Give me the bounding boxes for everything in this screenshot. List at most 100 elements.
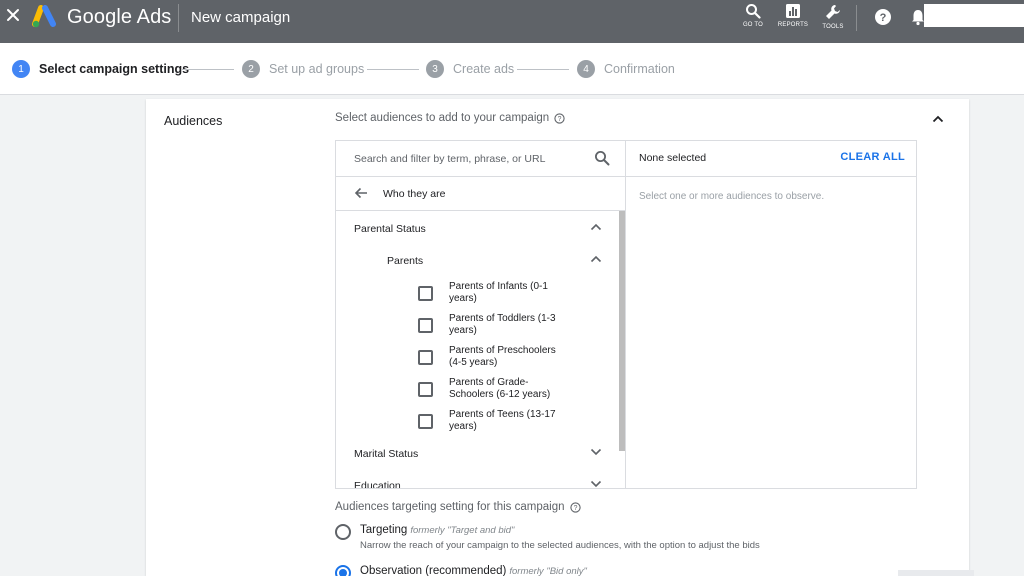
option-parents-of-infants[interactable]: Parents of Infants (0-1 years)	[418, 281, 608, 313]
option-parents-of-teens[interactable]: Parents of Teens (13-17 years)	[418, 409, 608, 441]
none-selected-text: None selected	[639, 152, 707, 164]
page-title: New campaign	[191, 9, 291, 26]
checkbox[interactable]	[418, 286, 433, 301]
reports-label: REPORTS	[777, 22, 809, 28]
observation-option-title: Observation (recommended) formerly "Bid o…	[360, 565, 587, 576]
group-label: Education	[354, 480, 401, 488]
group-marital-status[interactable]: Marital Status	[336, 438, 620, 468]
list-scrollbar[interactable]	[619, 211, 625, 451]
option-label: Parents of Grade- Schoolers (6-12 years)	[449, 377, 574, 401]
select-audiences-heading-text: Select audiences to add to your campaign	[335, 112, 550, 124]
group-parental-status[interactable]: Parental Status	[336, 213, 620, 243]
arrow-back-icon[interactable]	[354, 187, 368, 199]
step-connector	[517, 69, 569, 70]
help-circle-icon[interactable]: ?	[554, 112, 565, 124]
close-icon[interactable]	[6, 8, 20, 22]
top-app-bar: Google Ads New campaign GO TO REPORTS TO…	[0, 0, 1024, 43]
checkbox[interactable]	[418, 414, 433, 429]
chevron-down-icon[interactable]	[590, 448, 602, 456]
account-menu[interactable]	[924, 4, 1024, 27]
chevron-down-icon[interactable]	[590, 480, 602, 488]
observation-radio[interactable]	[335, 565, 351, 576]
step-create-ads[interactable]: 3 Create ads	[426, 60, 514, 78]
selected-empty-hint: Select one or more audiences to observe.	[639, 191, 825, 202]
option-label-line: Parents of Grade-	[449, 377, 529, 388]
reports-button[interactable]: REPORTS	[773, 3, 813, 28]
select-audiences-heading: Select audiences to add to your campaign…	[335, 112, 565, 124]
chevron-up-icon[interactable]	[590, 255, 602, 263]
targeting-option-title: Targeting formerly "Target and bid"	[360, 524, 514, 536]
step-select-campaign-settings[interactable]: 1 Select campaign settings	[12, 60, 189, 78]
option-parents-of-toddlers[interactable]: Parents of Toddlers (1-3 years)	[418, 313, 608, 345]
checkbox[interactable]	[418, 318, 433, 333]
option-label-line: Parents of Teens (13-17	[449, 409, 556, 420]
option-label: Parents of Teens (13-17 years)	[449, 409, 574, 433]
wrench-icon	[826, 5, 840, 19]
help-icon[interactable]: ?	[874, 8, 892, 26]
audience-picker: Who they are Parental Status Parents	[335, 140, 917, 489]
option-label-line: Parents of Infants (0-1	[449, 281, 548, 292]
checkbox[interactable]	[418, 350, 433, 365]
option-label: Parents of Infants (0-1 years)	[449, 281, 574, 305]
step-confirmation[interactable]: 4 Confirmation	[577, 60, 675, 78]
go-to-label: GO TO	[742, 22, 764, 28]
step-number: 3	[426, 60, 444, 78]
selected-header: None selected CLEAR ALL	[626, 141, 916, 177]
option-label-line: years)	[449, 325, 477, 336]
go-to-button[interactable]: GO TO	[733, 3, 773, 28]
observation-formerly-note: formerly "Bid only"	[509, 566, 587, 576]
toolbar-divider	[856, 5, 857, 31]
subgroup-parents[interactable]: Parents	[336, 245, 620, 275]
checkbox[interactable]	[418, 382, 433, 397]
svg-text:?: ?	[880, 12, 887, 24]
step-label: Select campaign settings	[39, 62, 190, 76]
option-label-line: (4-5 years)	[449, 357, 498, 368]
search-input[interactable]	[354, 149, 584, 169]
subgroup-label: Parents	[387, 255, 424, 267]
step-set-up-ad-groups[interactable]: 2 Set up ad groups	[242, 60, 364, 78]
targeting-setting-heading-text: Audiences targeting setting for this cam…	[335, 501, 565, 513]
option-label: Parents of Toddlers (1-3 years)	[449, 313, 574, 337]
step-number: 4	[577, 60, 595, 78]
option-label-line: Parents of Preschoolers	[449, 345, 556, 356]
option-parents-of-preschoolers[interactable]: Parents of Preschoolers (4-5 years)	[418, 345, 608, 377]
step-label: Set up ad groups	[269, 62, 365, 76]
google-ads-logo-icon	[32, 5, 56, 28]
option-label-line: years)	[449, 293, 477, 304]
option-label-line: Schoolers (6-12 years)	[449, 389, 551, 400]
targeting-option-label: Targeting	[360, 524, 408, 536]
clear-all-button[interactable]: CLEAR ALL	[840, 151, 905, 163]
tools-label: TOOLS	[822, 24, 844, 30]
svg-text:?: ?	[573, 504, 577, 511]
brand-name: Google Ads	[67, 6, 172, 28]
targeting-setting-heading: Audiences targeting setting for this cam…	[335, 501, 581, 513]
step-number: 1	[12, 60, 30, 78]
campaign-stepper: 1 Select campaign settings 2 Set up ad g…	[0, 43, 1024, 95]
section-title: Audiences	[164, 114, 223, 128]
bottom-corner-overlay	[898, 570, 974, 576]
reports-icon	[786, 4, 800, 18]
step-number: 2	[242, 60, 260, 78]
targeting-radio[interactable]	[335, 524, 351, 540]
option-label-line: Parents of Toddlers (1-3	[449, 313, 556, 324]
option-parents-of-grade-schoolers[interactable]: Parents of Grade- Schoolers (6-12 years)	[418, 377, 608, 409]
search-row	[336, 141, 625, 177]
step-label: Confirmation	[604, 62, 675, 76]
help-circle-icon[interactable]: ?	[569, 501, 581, 513]
back-label: Who they are	[383, 188, 446, 200]
search-icon[interactable]	[594, 150, 610, 166]
back-row[interactable]: Who they are	[336, 177, 625, 211]
audience-browse-pane: Who they are Parental Status Parents	[336, 141, 626, 488]
step-connector	[367, 69, 419, 70]
chevron-up-icon[interactable]	[932, 115, 944, 123]
audiences-card: Audiences Select audiences to add to you…	[146, 99, 969, 576]
targeting-formerly-note: formerly "Target and bid"	[410, 525, 515, 536]
tools-button[interactable]: TOOLS	[813, 3, 853, 30]
chevron-up-icon[interactable]	[590, 223, 602, 231]
group-label: Parental Status	[354, 223, 426, 235]
search-icon	[746, 4, 761, 19]
group-education[interactable]: Education	[336, 470, 620, 488]
svg-text:?: ?	[558, 115, 562, 122]
group-label: Marital Status	[354, 448, 419, 460]
option-label: Parents of Preschoolers (4-5 years)	[449, 345, 574, 369]
